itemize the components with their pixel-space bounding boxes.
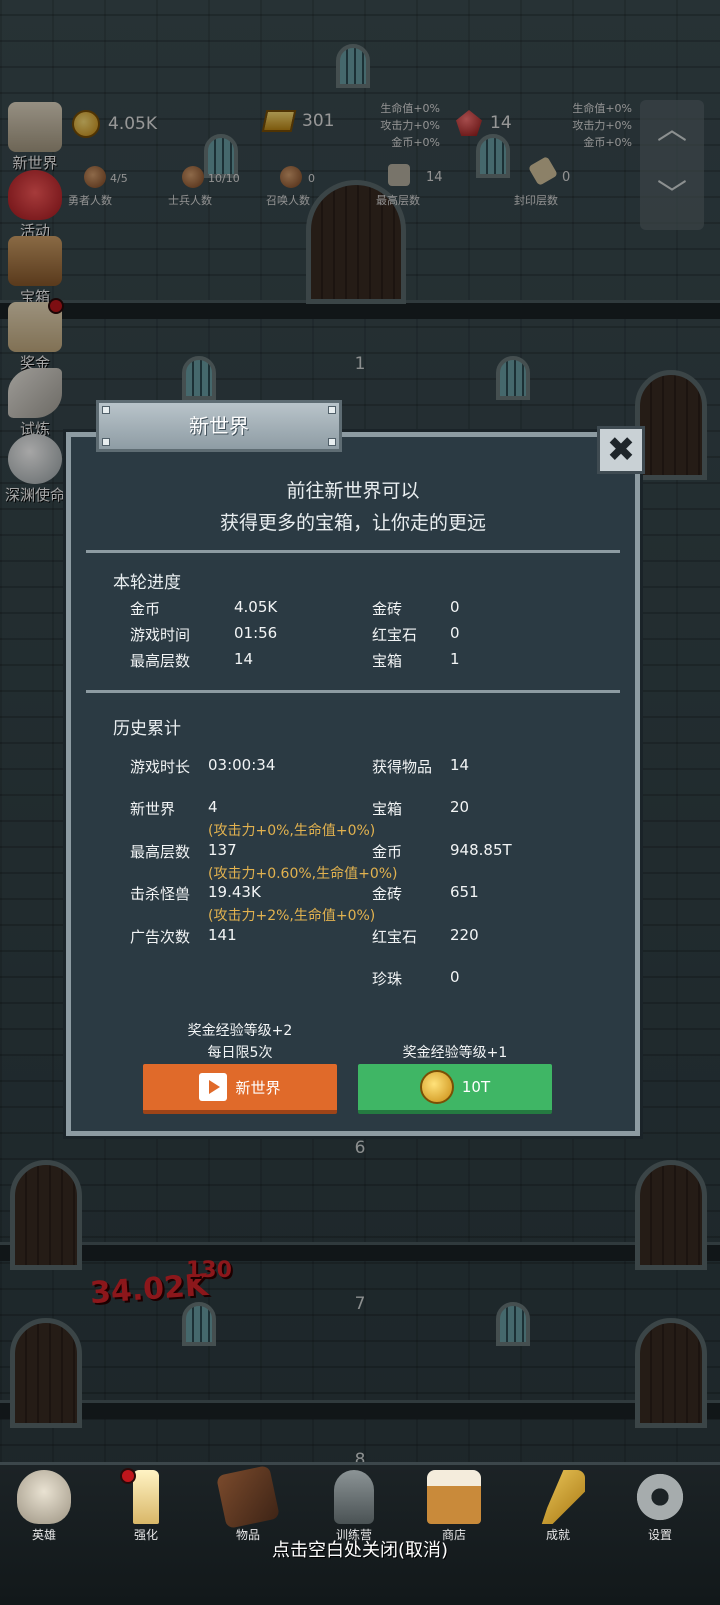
bonus-note: (攻击力+2%,生命值+0%) [208, 908, 376, 924]
bonus-note: (攻击力+0.60%,生命值+0%) [208, 866, 398, 882]
round-label: 红宝石 [372, 626, 418, 644]
new-world-button-label: 新世界 [235, 1078, 281, 1097]
dialog-title: 新世界 [189, 414, 249, 438]
beer-mug-icon [427, 1470, 481, 1524]
history-label: 新世界 [130, 800, 176, 818]
lantern-icon [334, 1470, 374, 1524]
divider [86, 550, 620, 553]
close-icon: ✖ [606, 430, 636, 470]
ad-reward-caption: 奖金经验等级+2 [187, 1023, 293, 1039]
nav-training-camp[interactable]: 训练营 [314, 1466, 394, 1543]
round-label: 金砖 [372, 600, 403, 618]
round-label: 宝箱 [372, 652, 403, 670]
intro-line-1: 前往新世界可以 [286, 480, 420, 502]
history-value: 137 [208, 841, 237, 859]
new-world-ad-button[interactable]: 新世界 [143, 1064, 337, 1114]
bonus-note: (攻击力+0%,生命值+0%) [208, 823, 376, 839]
round-progress-title: 本轮进度 [113, 573, 181, 593]
history-label: 红宝石 [372, 928, 418, 946]
round-label: 金币 [130, 600, 161, 618]
nav-items[interactable]: 物品 [208, 1464, 288, 1543]
history-value: 19.43K [208, 883, 261, 901]
history-label: 珍珠 [372, 970, 403, 988]
round-value: 0 [450, 598, 460, 616]
history-value: 220 [450, 926, 479, 944]
rivet [328, 406, 336, 414]
round-value: 01:56 [234, 624, 278, 642]
round-value: 0 [450, 624, 460, 642]
book-icon [215, 1464, 281, 1530]
round-value: 1 [450, 650, 460, 668]
nav-settings[interactable]: 设置 [620, 1466, 700, 1543]
key-icon [541, 1470, 585, 1524]
history-value: 03:00:34 [208, 756, 276, 774]
history-value: 141 [208, 926, 237, 944]
new-world-coin-button[interactable]: 10T [358, 1064, 552, 1114]
video-icon [199, 1073, 228, 1101]
divider [86, 690, 620, 693]
rivet [328, 438, 336, 446]
history-label: 金币 [372, 843, 403, 861]
round-label: 最高层数 [130, 652, 191, 670]
dialog-title-tab: 新世界 [96, 400, 342, 452]
history-label: 最高层数 [130, 843, 191, 861]
nav-enhance[interactable]: 强化 [106, 1466, 186, 1543]
tap-to-close-hint[interactable]: 点击空白处关闭(取消) [0, 1536, 720, 1562]
notification-dot [120, 1468, 136, 1484]
history-value: 4 [208, 798, 218, 816]
gold-coin-icon [419, 1070, 454, 1104]
history-label: 击杀怪兽 [130, 885, 191, 903]
round-value: 14 [234, 650, 254, 668]
rivet [102, 438, 110, 446]
candle-icon [133, 1470, 159, 1524]
history-label: 广告次数 [130, 928, 191, 946]
nav-shop[interactable]: 商店 [414, 1466, 494, 1543]
history-label: 金砖 [372, 885, 403, 903]
nav-hero[interactable]: 英雄 [4, 1466, 84, 1543]
history-label: 宝箱 [372, 800, 403, 818]
history-value: 651 [450, 883, 479, 901]
intro-line-2: 获得更多的宝箱，让你走的更远 [219, 512, 486, 534]
daily-limit-caption: 每日限5次 [207, 1045, 273, 1061]
round-value: 4.05K [234, 598, 278, 616]
history-value: 14 [450, 756, 470, 774]
nav-achievement[interactable]: 成就 [518, 1466, 598, 1543]
gear-icon [633, 1470, 687, 1524]
history-label: 游戏时长 [130, 758, 191, 776]
round-label: 游戏时间 [130, 626, 191, 644]
rivet [102, 406, 110, 414]
history-value: 948.85T [450, 841, 512, 859]
skull-icon [17, 1470, 71, 1524]
history-value: 20 [450, 798, 470, 816]
history-value: 0 [450, 968, 460, 986]
coin-reward-caption: 奖金经验等级+1 [402, 1045, 508, 1061]
history-label: 获得物品 [372, 758, 433, 776]
coin-cost-label: 10T [461, 1078, 491, 1096]
close-button[interactable]: ✖ [597, 426, 645, 474]
history-title: 历史累计 [113, 719, 181, 739]
